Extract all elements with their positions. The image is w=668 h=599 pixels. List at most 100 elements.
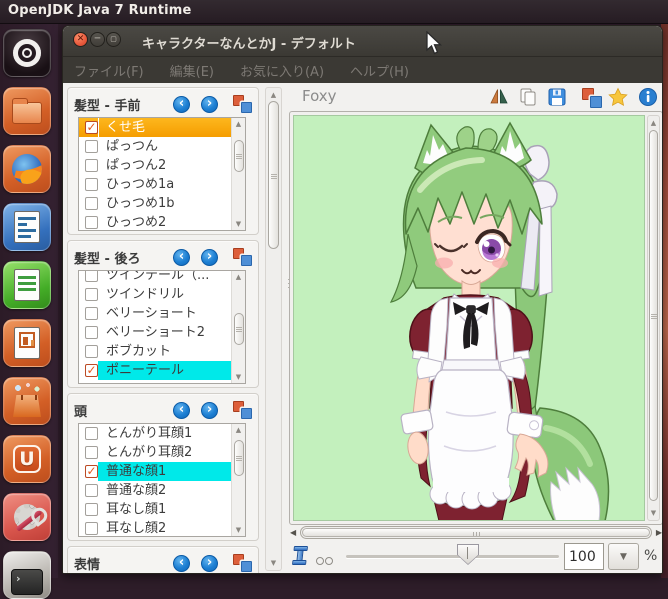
list-item[interactable]: ひっつめ1b (79, 194, 231, 213)
next-button[interactable]: › (201, 248, 218, 266)
checkbox[interactable] (85, 503, 98, 516)
scroll-down-icon[interactable]: ▼ (648, 508, 659, 518)
scroll-thumb[interactable] (649, 130, 658, 501)
checkbox[interactable] (85, 345, 98, 358)
prev-button[interactable]: ‹ (173, 401, 190, 419)
info-icon[interactable] (638, 87, 658, 107)
firefox-icon[interactable] (3, 145, 51, 193)
scroll-down-icon[interactable]: ▼ (232, 219, 245, 229)
close-button[interactable]: ✕ (73, 32, 88, 47)
scroll-thumb[interactable] (233, 440, 244, 476)
duplicate-icon[interactable] (233, 248, 252, 266)
menu-file[interactable]: ファイル(F) (74, 61, 144, 80)
list-scrollbar[interactable]: ▲ ▼ (231, 118, 245, 230)
checkbox[interactable] (85, 178, 98, 191)
list-item[interactable]: ぱっつん2 (79, 156, 231, 175)
checkbox[interactable] (85, 121, 98, 134)
checkbox[interactable] (85, 159, 98, 172)
checkbox[interactable] (85, 522, 98, 535)
checkbox[interactable] (85, 465, 98, 478)
preview-horizontal-scrollbar[interactable]: ◀ ▶ (289, 526, 662, 540)
checkbox[interactable] (85, 307, 98, 320)
terminal-icon[interactable]: › (3, 551, 51, 599)
scroll-left-icon[interactable]: ◀ (290, 528, 296, 537)
scroll-thumb[interactable] (268, 101, 279, 249)
maximize-button[interactable]: ▢ (106, 32, 121, 47)
scroll-down-icon[interactable]: ▼ (232, 372, 245, 382)
list-item[interactable]: ぱっつん (79, 137, 231, 156)
scroll-thumb[interactable] (233, 140, 244, 172)
copy-pages-icon[interactable] (518, 87, 538, 107)
list-item[interactable]: ツインドリル (79, 285, 231, 304)
menu-help[interactable]: ヘルプ(H) (350, 61, 409, 80)
save-icon[interactable] (547, 87, 567, 107)
list-item[interactable]: ひっつめ2 (79, 213, 231, 230)
system-settings-icon[interactable] (3, 493, 51, 541)
list-item[interactable]: 普通な顔1 (79, 462, 231, 481)
list-item[interactable]: ベリーショート (79, 304, 231, 323)
next-button[interactable]: › (201, 554, 218, 572)
zoom-slider-thumb[interactable] (457, 544, 479, 565)
list-item[interactable]: 耳なし顔1 (79, 500, 231, 519)
list-item[interactable]: ツインテール（... (79, 271, 231, 285)
scroll-up-icon[interactable]: ▲ (232, 119, 245, 129)
libreoffice-writer-icon[interactable] (3, 203, 51, 251)
character-tab-label[interactable]: Foxy (302, 87, 337, 105)
list-item[interactable]: 耳なし顔2 (79, 519, 231, 536)
next-button[interactable]: › (201, 401, 218, 419)
libreoffice-impress-icon[interactable] (3, 319, 51, 367)
list-item[interactable]: ボブカット (79, 342, 231, 361)
list-item[interactable]: とんがり耳顔2 (79, 443, 231, 462)
files-icon[interactable] (3, 87, 51, 135)
checkbox[interactable] (85, 197, 98, 210)
scroll-track[interactable] (300, 526, 652, 539)
zoom-slider-track[interactable] (346, 555, 559, 558)
favorite-star-icon[interactable] (608, 87, 628, 107)
zoom-dropdown-button[interactable]: ▼ (608, 543, 639, 570)
prev-button[interactable]: ‹ (173, 554, 190, 572)
minimize-button[interactable]: ─ (90, 32, 105, 47)
menu-favorites[interactable]: お気に入り(A) (240, 61, 324, 80)
checkbox[interactable] (85, 216, 98, 229)
menu-edit[interactable]: 編集(E) (170, 61, 214, 80)
duplicate-icon[interactable] (233, 95, 252, 113)
checkbox[interactable] (85, 446, 98, 459)
scroll-down-icon[interactable]: ▼ (232, 525, 245, 535)
panel-scrollbar[interactable]: ▲ ▼ (265, 87, 282, 571)
zoom-lock-icon[interactable] (292, 546, 308, 565)
list-scrollbar[interactable]: ▲ ▼ (231, 424, 245, 536)
window-titlebar[interactable]: ✕ ─ ▢ キャラクターなんとかJ - デフォルト (63, 26, 662, 57)
scroll-thumb[interactable] (233, 313, 244, 345)
prev-button[interactable]: ‹ (173, 248, 190, 266)
list-item[interactable]: 普通な顔2 (79, 481, 231, 500)
ubuntu-dash-icon[interactable] (3, 29, 51, 77)
checkbox[interactable] (85, 271, 98, 282)
checkbox[interactable] (85, 484, 98, 497)
list-item[interactable]: とんがり耳顔1 (79, 424, 231, 443)
zoom-value-input[interactable] (564, 543, 604, 570)
duplicate-icon[interactable] (233, 401, 252, 419)
flip-horizontal-icon[interactable] (489, 87, 509, 107)
scroll-right-icon[interactable]: ▶ (656, 528, 662, 537)
character-preview[interactable] (293, 115, 645, 521)
scroll-up-icon[interactable]: ▲ (266, 90, 281, 100)
scroll-up-icon[interactable]: ▲ (232, 272, 245, 282)
list-scrollbar[interactable]: ▲ ▼ (231, 271, 245, 383)
checkbox[interactable] (85, 427, 98, 440)
prev-button[interactable]: ‹ (173, 95, 190, 113)
list-item[interactable]: ポニーテール (79, 361, 231, 380)
duplicate-icon[interactable] (233, 554, 252, 572)
duplicate-icon[interactable] (582, 88, 602, 108)
scroll-up-icon[interactable]: ▲ (648, 118, 659, 128)
scroll-down-icon[interactable]: ▼ (266, 558, 281, 568)
list-item[interactable]: くせ毛 (79, 118, 231, 137)
checkbox[interactable] (85, 364, 98, 377)
next-button[interactable]: › (201, 95, 218, 113)
list-item[interactable]: ベリーショート2 (79, 323, 231, 342)
checkbox[interactable] (85, 326, 98, 339)
libreoffice-calc-icon[interactable] (3, 261, 51, 309)
scroll-thumb[interactable] (302, 528, 650, 537)
software-center-icon[interactable] (3, 377, 51, 425)
ubuntu-one-icon[interactable]: U (3, 435, 51, 483)
checkbox[interactable] (85, 288, 98, 301)
